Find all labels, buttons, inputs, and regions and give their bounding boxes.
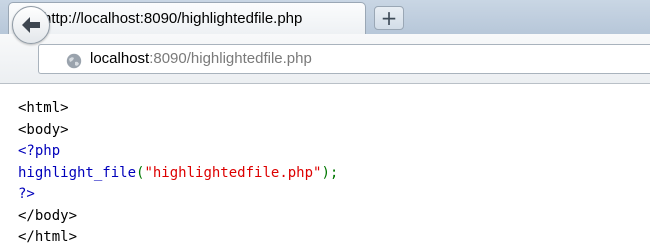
code-token: highlight_file bbox=[18, 164, 137, 181]
globe-icon[interactable] bbox=[66, 53, 82, 69]
tab-title: http://localhost:8090/highlightedfile.ph… bbox=[43, 10, 303, 27]
back-button[interactable] bbox=[12, 6, 50, 44]
code-token: "highlightedfile.php" bbox=[144, 164, 322, 181]
code-token: <?php bbox=[18, 143, 61, 159]
code-line: <body> bbox=[18, 120, 338, 142]
code-token: </html> bbox=[18, 229, 78, 245]
code-token: ?> bbox=[18, 186, 35, 202]
url-path: :8090/highlightedfile.php bbox=[149, 50, 312, 67]
arrow-left-icon bbox=[22, 17, 40, 33]
url-text[interactable]: localhost :8090/highlightedfile.php bbox=[90, 50, 312, 67]
tab-strip: http://localhost:8090/highlightedfile.ph… bbox=[0, 0, 650, 34]
plus-icon: + bbox=[380, 6, 398, 30]
browser-tab[interactable]: http://localhost:8090/highlightedfile.ph… bbox=[8, 2, 366, 34]
code-token: ); bbox=[321, 164, 339, 181]
code-line: ?> bbox=[18, 184, 338, 206]
code-token: </body> bbox=[18, 207, 78, 224]
code-token: <html> bbox=[18, 100, 69, 116]
code-line: </body> bbox=[18, 206, 338, 228]
code-line: </html> bbox=[18, 227, 338, 249]
highlighted-source: <html> <body> <?php highlight_file("highlig… bbox=[18, 98, 338, 249]
new-tab-button[interactable]: + bbox=[374, 6, 404, 30]
code-line: <?php bbox=[18, 141, 338, 163]
code-line: highlight_file("highlightedfile.php"); bbox=[18, 163, 338, 185]
url-host: localhost bbox=[90, 50, 150, 67]
code-line: <html> bbox=[18, 98, 338, 120]
code-token: <body> bbox=[18, 121, 69, 138]
